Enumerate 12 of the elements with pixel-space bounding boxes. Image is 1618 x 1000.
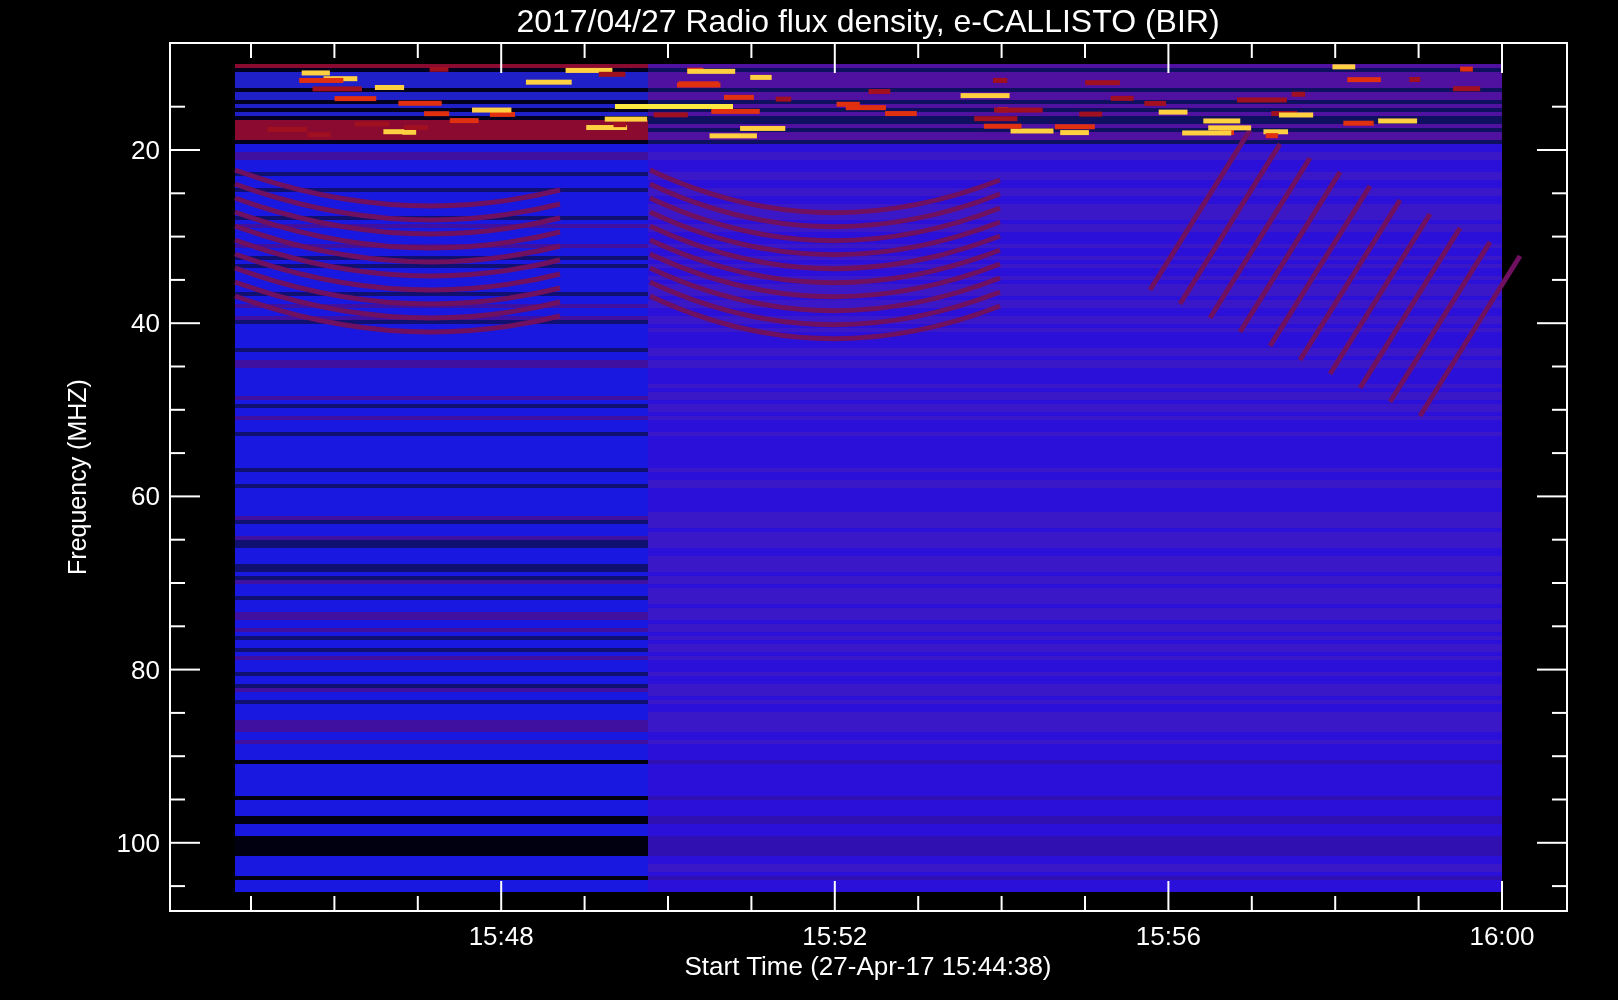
- x-tick-label: 16:00: [1469, 921, 1535, 951]
- y-tick-label: 100: [116, 827, 160, 858]
- chart-title: 2017/04/27 Radio flux density, e-CALLISTO (BIR): [516, 3, 1220, 39]
- y-tick-label: 20: [131, 135, 160, 165]
- y-tick-label: 40: [131, 308, 160, 339]
- x-axis-label: Start Time (27-Apr-17 15:44:38): [684, 951, 1052, 981]
- x-tick-label: 15:52: [802, 921, 868, 951]
- y-axis-label: Frequency (MHZ): [63, 379, 91, 575]
- x-tick-label: 15:48: [468, 921, 534, 951]
- x-tick-label: 15:56: [1135, 921, 1201, 951]
- y-tick-label: 60: [131, 481, 160, 512]
- y-tick-label: 80: [131, 654, 160, 685]
